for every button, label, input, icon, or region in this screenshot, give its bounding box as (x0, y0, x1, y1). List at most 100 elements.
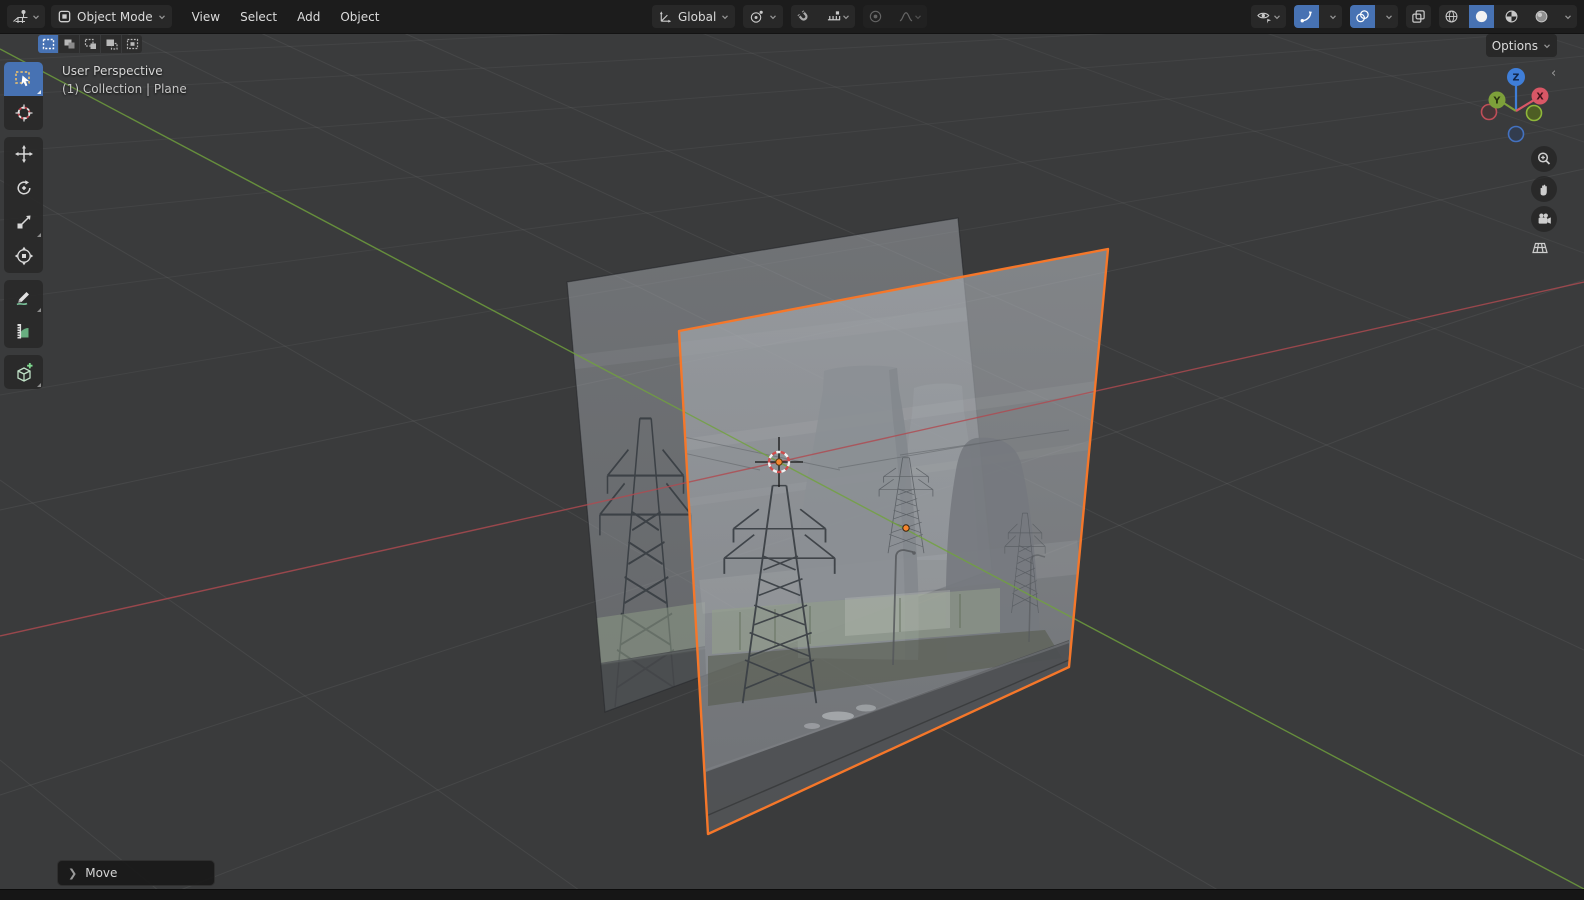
viewport-info-overlay: User Perspective (1) Collection | Plane (62, 64, 187, 96)
proportional-falloff-button[interactable] (893, 5, 927, 28)
pan-button[interactable] (1531, 176, 1557, 202)
overlays-settings-button[interactable] (1380, 5, 1398, 28)
add-cube-tool[interactable] (4, 355, 43, 389)
options-label: Options (1491, 38, 1538, 53)
select-extend-icon (64, 39, 74, 49)
select-mode-extend-button[interactable] (59, 35, 79, 53)
show-overlays-toggle[interactable] (1350, 5, 1375, 28)
orientation-label: Global (678, 9, 717, 24)
transform-orientation-icon (659, 11, 672, 23)
operator-label: Move (85, 866, 118, 880)
chevron-down-icon (843, 14, 850, 19)
status-bar (0, 889, 1584, 900)
tool-shelf (4, 62, 43, 389)
select-box-tool-icon (14, 71, 30, 87)
tool-subtools-marker (37, 233, 41, 237)
object-visibility-dropdown[interactable] (1251, 5, 1286, 28)
expand-chevron-icon: ❯ (68, 866, 78, 880)
gizmo-z-label: Z (1513, 73, 1520, 84)
chevron-down-icon (1274, 14, 1280, 19)
gizmo-x-label: X (1536, 92, 1544, 103)
tool-subtools-marker (37, 383, 41, 387)
shading-material-button[interactable] (1499, 5, 1524, 28)
rotate-tool-icon (16, 180, 31, 195)
pivot-point-dropdown[interactable] (743, 5, 784, 28)
chevron-down-icon (915, 14, 922, 19)
gizmo-y-label: Y (1493, 96, 1501, 107)
mode-selector[interactable]: Object Mode (51, 5, 172, 28)
show-overlays-control (1350, 5, 1398, 28)
toggle-perspective-icon (1532, 242, 1548, 254)
options-dropdown[interactable]: Options (1485, 34, 1557, 57)
select-mode-subtract-button[interactable] (80, 35, 100, 53)
sidebar-collapse-icon[interactable]: ‹ (1551, 66, 1556, 81)
visibility-icon (1257, 12, 1272, 24)
shading-wireframe-button[interactable] (1439, 5, 1464, 28)
gizmos-toggle-icon (1300, 11, 1313, 23)
toggle-perspective-button[interactable] (1527, 235, 1553, 261)
chevron-down-icon (722, 14, 729, 19)
measure-tool-icon (17, 324, 28, 339)
chevron-down-icon (770, 14, 777, 19)
proportional-editing-toggle[interactable] (863, 5, 888, 28)
shading-settings-button[interactable] (1559, 5, 1577, 28)
camera-view-button[interactable] (1531, 206, 1557, 232)
object-mode-icon (58, 10, 71, 23)
snap-toggle-button[interactable] (791, 5, 816, 28)
select-subtract-icon (84, 38, 96, 49)
shading-solid-button[interactable] (1469, 5, 1494, 28)
shading-rendered-button[interactable] (1529, 5, 1554, 28)
measure-tool[interactable] (4, 314, 43, 348)
shading-rendered-icon (1535, 10, 1548, 23)
menu-view[interactable]: View (182, 7, 230, 27)
snap-settings-button[interactable] (821, 5, 855, 28)
select-new-icon (42, 38, 54, 50)
viewport-3d-scene[interactable]: Y X Z (0, 0, 1584, 900)
xray-toggle-icon (1412, 10, 1425, 23)
proportional-editing-icon (870, 10, 882, 23)
editor-type-icon (13, 9, 28, 23)
shading-solid-icon (1475, 10, 1488, 23)
breadcrumb: (1) Collection | Plane (62, 82, 187, 96)
chevron-down-icon (1386, 14, 1392, 19)
zoom-button[interactable] (1531, 146, 1557, 172)
mode-label: Object Mode (77, 9, 153, 24)
select-box-tool[interactable] (4, 62, 43, 96)
shading-wireframe-icon (1445, 10, 1458, 23)
camera-view-icon (1538, 213, 1551, 224)
select-mode-row (38, 35, 142, 53)
show-gizmos-toggle[interactable] (1294, 5, 1319, 28)
chevron-down-icon (1544, 43, 1550, 48)
header-center-controls: Global (652, 5, 928, 28)
xray-toggle-button[interactable] (1406, 5, 1431, 28)
blender-window: Y X Z Object Mode View Select Add Object… (0, 0, 1584, 900)
snapping-controls (791, 5, 856, 28)
scale-tool[interactable] (4, 205, 43, 239)
transform-tool-icon (14, 246, 33, 266)
menu-select[interactable]: Select (230, 7, 287, 27)
menu-object[interactable]: Object (330, 7, 389, 27)
select-mode-new-button[interactable] (38, 35, 58, 53)
cursor-tool-icon (15, 104, 32, 122)
rotate-tool[interactable] (4, 171, 43, 205)
editor-type-button[interactable] (7, 5, 45, 28)
annotate-tool[interactable] (4, 280, 43, 314)
gizmos-settings-button[interactable] (1324, 5, 1342, 28)
gizmo-neg-y-ball[interactable] (1525, 104, 1543, 122)
snap-magnet-icon (797, 10, 808, 21)
menu-add[interactable]: Add (287, 7, 330, 27)
select-mode-invert-button[interactable] (101, 35, 121, 53)
select-mode-intersect-button[interactable] (122, 35, 142, 53)
move-tool[interactable] (4, 137, 43, 171)
transform-orientation-dropdown[interactable]: Global (652, 5, 736, 28)
operator-panel-move[interactable]: ❯ Move (57, 860, 215, 886)
tool-subtools-marker (37, 308, 41, 312)
snap-increment-icon (828, 11, 841, 21)
scale-tool-icon (17, 215, 30, 229)
transform-tool[interactable] (4, 239, 43, 273)
cursor-tool[interactable] (4, 96, 43, 130)
pivot-point-icon (751, 10, 764, 23)
gizmo-neg-z-ball[interactable] (1507, 125, 1525, 143)
zoom-icon (1537, 152, 1551, 165)
overlays-toggle-icon (1356, 10, 1369, 23)
